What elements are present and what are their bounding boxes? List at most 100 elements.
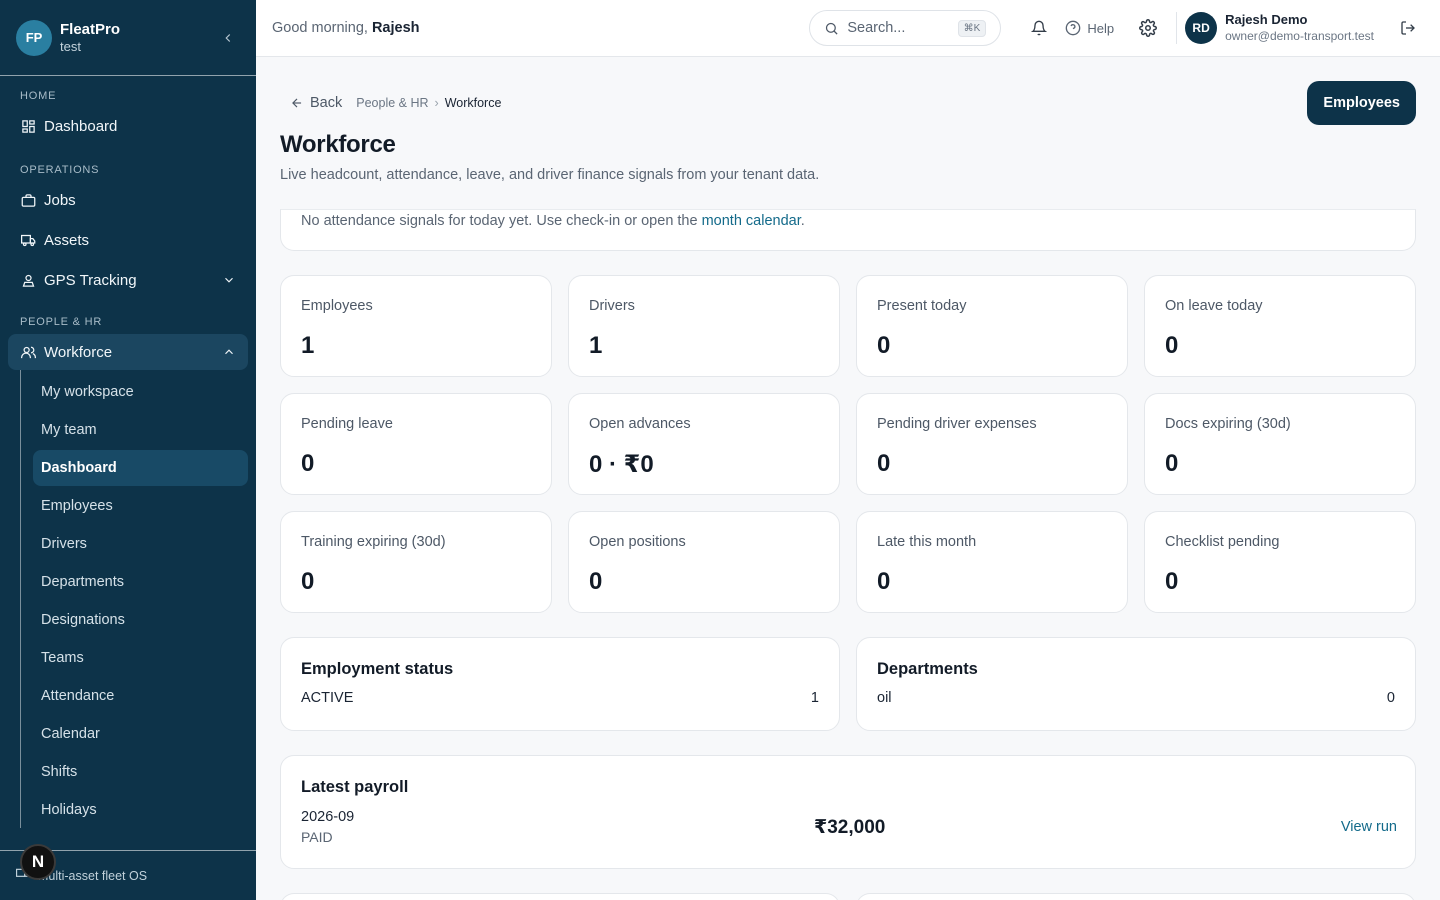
row-label: oil (877, 690, 892, 706)
breadcrumb-people-hr[interactable]: People & HR (356, 96, 428, 110)
stat-card-late-this-month[interactable]: Late this month 0 (856, 511, 1128, 613)
stat-card-docs-expiring[interactable]: Docs expiring (30d) 0 (1144, 393, 1416, 495)
topbar: Good morning, Rajesh Search... ⌘K Help R… (256, 0, 1440, 57)
stat-card-drivers[interactable]: Drivers 1 (568, 275, 840, 377)
employees-button[interactable]: Employees (1307, 81, 1416, 125)
stat-label: Pending leave (301, 416, 393, 432)
list-item: oil 0 (877, 690, 1395, 706)
page-description: Live headcount, attendance, leave, and d… (280, 167, 820, 183)
departments-panel: Departments oil 0 (856, 637, 1416, 731)
row-value: 1 (810, 690, 819, 706)
nav-item-dashboard[interactable]: Dashboard (8, 108, 248, 144)
nav-item-gps-tracking[interactable]: GPS Tracking (8, 262, 248, 298)
payroll-period: 2026-09 (301, 809, 355, 825)
notifications-button[interactable] (1023, 12, 1055, 44)
row-label: ACTIVE (301, 690, 354, 706)
stat-label: Present today (877, 298, 967, 314)
stat-card-on-leave-today[interactable]: On leave today 0 (1144, 275, 1416, 377)
view-run-link[interactable]: View run (1341, 819, 1397, 835)
stat-value: 0 (1165, 450, 1179, 477)
stat-card-employees[interactable]: Employees 1 (280, 275, 552, 377)
help-circle-icon (1065, 20, 1081, 36)
payroll-status: PAID (301, 829, 333, 845)
subnav-holidays[interactable]: Holidays (33, 792, 248, 828)
subnav-attendance[interactable]: Attendance (33, 678, 248, 714)
subnav-calendar[interactable]: Calendar (33, 716, 248, 752)
employment-status-panel: Employment status ACTIVE 1 (280, 637, 840, 731)
nav-item-label: Assets (44, 231, 90, 249)
tenant-name: test (60, 38, 81, 54)
back-label: Back (310, 95, 343, 111)
subnav-my-workspace[interactable]: My workspace (33, 374, 248, 410)
subnav-designations[interactable]: Designations (33, 602, 248, 638)
bell-icon (1031, 20, 1048, 36)
map-pin-icon (20, 272, 36, 288)
stat-value: 1 (589, 332, 603, 359)
list-item: ACTIVE 1 (301, 690, 819, 706)
section-label-home: HOME (20, 90, 57, 102)
stat-card-open-advances[interactable]: Open advances 0 · ₹0 (568, 393, 840, 495)
subnav-teams[interactable]: Teams (33, 640, 248, 676)
subnav-drivers[interactable]: Drivers (33, 526, 248, 562)
stat-value: 0 (877, 332, 891, 359)
user-email: owner@demo-transport.test (1225, 29, 1374, 43)
arrow-left-icon (292, 98, 302, 108)
logout-icon (1401, 21, 1415, 35)
panel-title: Departments (877, 660, 978, 678)
subnav-employees[interactable]: Employees (33, 488, 248, 524)
stat-label: Employees (301, 298, 373, 314)
stat-label: Open advances (589, 416, 691, 432)
footer-tagline: Multi-asset fleet OS (38, 868, 148, 883)
nav-item-workforce[interactable]: Workforce (8, 334, 248, 370)
stat-value: 0 (301, 568, 315, 595)
stat-value: 1 (301, 332, 315, 359)
row-value: 0 (1386, 690, 1395, 706)
subnav-departments[interactable]: Departments (33, 564, 248, 600)
stat-card-checklist-pending[interactable]: Checklist pending 0 (1144, 511, 1416, 613)
stat-label: Docs expiring (30d) (1165, 416, 1291, 432)
summary-panels: Employment status ACTIVE 1 Departments o… (280, 637, 1416, 731)
brand-logo: FP (16, 19, 52, 56)
search-box[interactable]: Search... ⌘K (809, 10, 1002, 46)
user-name: Rajesh Demo (1225, 12, 1308, 27)
stat-card-open-positions[interactable]: Open positions 0 (568, 511, 840, 613)
stat-label: Checklist pending (1165, 534, 1280, 550)
dev-tools-badge[interactable]: N (20, 844, 56, 880)
stat-label: Drivers (589, 298, 635, 314)
user-menu[interactable]: RD Rajesh Demo owner@demo-transport.test (1185, 12, 1374, 44)
search-shortcut: ⌘K (957, 19, 987, 37)
help-button[interactable]: Help (1065, 20, 1114, 36)
stat-card-pending-leave[interactable]: Pending leave 0 (280, 393, 552, 495)
greeting-name: Rajesh (371, 20, 420, 36)
stat-value: 0 (877, 450, 891, 477)
subnav-shifts[interactable]: Shifts (33, 754, 248, 790)
brand-name: FleatPro (60, 20, 121, 38)
nav-item-jobs[interactable]: Jobs (8, 182, 248, 218)
stat-value: 0 (1165, 332, 1179, 359)
month-calendar-link[interactable]: month calendar (702, 213, 801, 229)
section-label-operations: OPERATIONS (20, 164, 100, 176)
nav-item-assets[interactable]: Assets (8, 222, 248, 258)
collapse-sidebar-button[interactable] (216, 26, 240, 50)
stat-value: 0 (301, 450, 315, 477)
stat-value: 0 · ₹0 (589, 451, 654, 478)
attendance-notice: No attendance signals for today yet. Use… (280, 209, 1416, 251)
nav-item-label: Jobs (44, 191, 76, 209)
brand-header: FP FleatPro test (0, 0, 256, 76)
stat-card-present-today[interactable]: Present today 0 (856, 275, 1128, 377)
users-icon (20, 344, 36, 360)
back-button[interactable]: Back (290, 95, 342, 111)
stat-label: On leave today (1165, 298, 1263, 314)
logout-button[interactable] (1392, 12, 1424, 44)
chevron-up-icon (225, 349, 233, 355)
settings-button[interactable] (1132, 12, 1164, 44)
stat-card-pending-driver-expenses[interactable]: Pending driver expenses 0 (856, 393, 1128, 495)
latest-payroll-panel: Latest payroll 2026-09 PAID ₹32,000 View… (280, 755, 1416, 869)
subnav-dashboard[interactable]: Dashboard (33, 450, 248, 486)
stat-card-training-expiring[interactable]: Training expiring (30d) 0 (280, 511, 552, 613)
stat-value: 0 (589, 568, 603, 595)
subnav-my-team[interactable]: My team (33, 412, 248, 448)
page-title: Workforce (280, 131, 396, 158)
nav-item-label: GPS Tracking (44, 271, 137, 289)
section-label-people: PEOPLE & HR (20, 316, 103, 328)
